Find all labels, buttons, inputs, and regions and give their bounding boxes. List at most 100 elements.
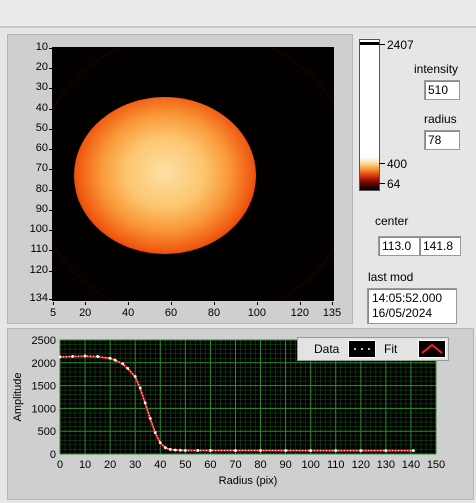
plot-y-axis-label: Amplitude [12,373,24,422]
image-y-tick [49,48,52,49]
data-point [148,417,152,420]
intensity-label: intensity [414,62,459,76]
image-y-tick-label: 20 [35,61,48,74]
radius-label: radius [424,112,457,126]
image-y-tick [49,128,52,130]
center-x-indicator[interactable]: 113.0 [378,236,420,256]
intensity-indicator[interactable]: 510 [424,80,460,100]
image-y-tick-label: 30 [35,81,48,94]
image-x-tick [256,302,258,305]
image-y-tick [49,88,52,90]
data-point [309,449,313,452]
plot-x-tick-label: 130 [377,459,395,471]
image-x-tick [213,302,215,305]
plot-y-tick-label: 2500 [32,335,56,347]
image-x-tick-label: 135 [322,307,342,319]
last-mod-date: 16/05/2024 [372,306,433,320]
image-y-tick [49,108,52,110]
plot-legend[interactable]: Data Fit [297,337,449,361]
plot-x-axis-label: Radius (pix) [219,475,278,487]
plot-x-tick-label: 90 [279,459,291,471]
image-y-tick-label: 50 [35,121,48,134]
plot-y-tick-label: 2000 [32,358,56,370]
plot-x-tick-label: 70 [229,459,241,471]
data-point [113,358,117,362]
data-point [138,386,142,390]
image-x-tick-label: 100 [247,307,267,319]
image-y-tick [49,299,52,300]
colorbar-min-label: 64 [387,177,401,191]
last-mod-label: last mod [368,270,414,284]
data-point [183,448,187,452]
data-point [359,449,363,452]
image-y-tick-label: 120 [29,263,48,276]
data-point [58,355,62,359]
data-point [153,431,157,434]
last-mod-indicator[interactable]: 14:05:52.000 16/05/2024 [367,288,457,324]
image-y-tick-label: 90 [35,202,48,215]
image-y-tick-label: 80 [35,182,48,195]
image-x-tick [171,302,173,305]
data-point [334,449,338,452]
data-point [163,446,167,450]
plot-y-tick-label: 1500 [32,381,56,393]
data-point [168,448,172,451]
data-point [412,449,415,453]
last-mod-time: 14:05:52.000 [372,291,443,305]
legend-data-swatch [348,340,376,358]
radius-indicator[interactable]: 78 [424,130,460,150]
image-y-tick [49,230,52,232]
data-point [126,366,130,370]
plot-x-tick-label: 140 [402,459,420,471]
plot-y-tick-label: 0 [50,449,56,461]
image-x-tick-label: 60 [164,307,178,319]
legend-fit-label: Fit [384,342,398,356]
colorbar[interactable] [359,39,380,191]
data-point [259,449,262,452]
center-label: center [375,214,409,228]
center-y-indicator[interactable]: 141.8 [419,236,461,256]
data-point [71,355,74,358]
plot-x-tick-label: 120 [352,459,370,471]
title-bar-divider [0,26,476,28]
image-y-tick-label: 110 [30,243,48,256]
image-y-tick [49,250,52,252]
legend-fit-swatch [418,340,446,358]
image-y-tick-label: 134 [29,292,48,304]
beam-spot [74,97,256,254]
image-y-tick [49,169,52,171]
intensity-image[interactable] [52,47,334,301]
plot-x-tick-label: 60 [204,459,216,471]
image-y-tick [49,189,52,191]
data-point [178,448,182,452]
data-point [196,449,200,452]
plot-y-tick-label: 1000 [32,403,56,415]
image-x-tick [299,302,301,305]
plot-x-tick-label: 10 [79,459,91,471]
colorbar-mid-tick [379,163,385,164]
data-point [108,356,112,360]
image-x-tick [53,302,54,305]
image-x-tick-label: 120 [290,307,309,319]
image-x-tick [332,302,333,305]
title-bar [0,0,476,26]
legend-data-label: Data [314,342,340,356]
plot-x-tick-label: 100 [301,459,319,471]
colorbar-max-label: 2407 [387,38,414,52]
image-x-tick-label: 80 [207,307,221,319]
image-y-tick [49,149,52,151]
image-x-tick [85,302,87,305]
plot-x-tick-label: 110 [327,459,345,471]
image-y-tick [49,68,52,70]
data-point [143,401,147,405]
image-x-tick-label: 5 [49,307,57,319]
data-point [234,449,237,452]
image-y-tick-label: 10 [35,41,48,53]
image-y-tick [49,209,52,211]
data-point [384,449,388,453]
plot-y-tick-label: 500 [38,426,56,438]
data-point [83,354,87,358]
plot-x-tick-label: 50 [179,459,191,471]
data-point [121,362,125,366]
image-y-tick-label: 70 [35,162,48,175]
